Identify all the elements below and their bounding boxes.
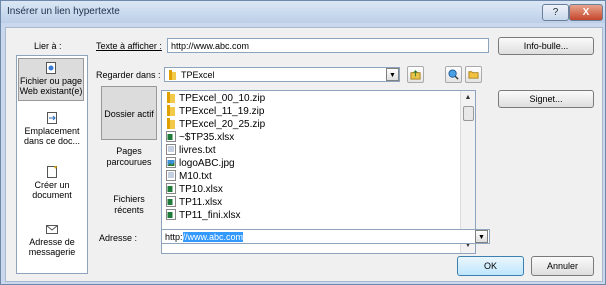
link-to-item-label: Adresse de messagerie [28,237,76,257]
text-to-display-input[interactable]: http://www.abc.com [167,38,489,53]
link-to-item-label: Créer un document [32,180,72,200]
link-to-label: Lier à : [34,41,62,51]
open-folder-icon [468,71,479,79]
web-page-icon [46,62,56,74]
info-bubble-button[interactable]: Info-bulle... [498,37,594,55]
close-button[interactable]: X [569,4,603,21]
chevron-down-icon: ▼ [389,72,396,79]
zip-folder-icon [167,92,175,103]
file-name: TP10.xlsx [179,184,223,195]
dialog-title: Insérer un lien hypertexte [7,6,120,17]
file-name: M10.txt [179,171,212,182]
text-file-icon [166,170,176,181]
file-name: livres.txt [179,145,216,156]
excel-file-icon [166,131,176,142]
document-location-icon [47,112,57,124]
excel-file-icon [166,183,176,194]
list-item[interactable]: TP11_fini.xlsx [166,209,241,222]
hyperlink-dialog: Insérer un lien hypertexte ? X Lier à : … [0,0,606,285]
file-name: TPExcel_11_19.zip [179,106,265,117]
list-item[interactable]: TP11.xlsx [166,196,222,209]
file-name: TPExcel_20_25.zip [179,119,266,130]
bookmark-button[interactable]: Signet... [498,90,594,108]
file-name: TP11_fini.xlsx [179,210,241,221]
look-in-value: TPExcel [181,70,215,80]
dialog-body: Lier à : Fichier ou page Web existant(e)… [5,27,603,282]
address-selected-text: //www.abc.com [182,232,244,242]
address-dropdown-button[interactable]: ▼ [475,230,488,243]
excel-file-icon [166,209,176,220]
list-item[interactable]: TPExcel_20_25.zip [166,118,265,131]
email-icon [46,225,58,234]
browse-nav: Dossier actif Pages parcourues Fichiers … [101,86,157,249]
list-item[interactable]: ~$TP35.xlsx [166,131,234,144]
address-input[interactable]: http://www.abc.com [161,229,490,244]
text-file-icon [166,144,176,155]
zip-folder-icon [167,118,175,129]
nav-browsed-pages[interactable]: Pages parcourues [104,146,154,168]
look-in-dropdown-button[interactable]: ▼ [386,68,399,81]
address-prefix: http: [165,232,183,242]
new-document-icon [47,166,57,178]
file-name: logoABC.jpg [179,158,235,169]
scroll-thumb[interactable] [463,106,474,121]
list-item[interactable]: logoABC.jpg [166,157,235,170]
link-to-existing-file[interactable]: Fichier ou page Web existant(e) [18,58,84,101]
up-folder-icon [410,70,421,80]
list-item[interactable]: TP10.xlsx [166,183,223,196]
up-folder-button[interactable] [407,66,424,83]
list-item[interactable]: TPExcel_00_10.zip [166,92,265,105]
cancel-button[interactable]: Annuler [531,256,594,276]
ok-button[interactable]: OK [457,256,524,276]
address-label: Adresse : [99,233,138,243]
list-item[interactable]: TPExcel_11_19.zip [166,105,264,118]
link-to-panel: Fichier ou page Web existant(e) Emplacem… [16,55,88,274]
link-to-place-in-document[interactable]: Emplacement dans ce doc... [17,112,87,146]
scroll-up-icon[interactable]: ▲ [461,91,475,105]
title-bar[interactable]: Insérer un lien hypertexte ? X [1,1,605,23]
zip-folder-icon [167,105,175,116]
text-to-display-label: Texte à afficher : [96,41,162,51]
help-button[interactable]: ? [542,4,569,21]
link-to-email[interactable]: Adresse de messagerie [17,223,87,257]
list-item[interactable]: livres.txt [166,144,216,157]
look-in-select[interactable]: TPExcel [164,67,400,82]
browse-web-button[interactable] [445,66,462,83]
globe-search-icon [448,69,459,80]
file-name: ~$TP35.xlsx [179,132,235,143]
image-file-icon [166,157,176,168]
browse-file-button[interactable] [465,66,482,83]
nav-current-folder[interactable]: Dossier actif [101,86,157,140]
look-in-label: Regarder dans : [96,70,161,80]
nav-recent-files[interactable]: Fichiers récents [107,194,151,216]
excel-file-icon [166,196,176,207]
file-name: TP11.xlsx [179,197,223,208]
folder-icon [169,70,176,80]
file-name: TPExcel_00_10.zip [179,93,266,104]
link-to-item-label: Emplacement dans ce doc... [23,126,81,146]
link-to-item-label: Fichier ou page Web existant(e) [19,76,83,96]
chevron-down-icon: ▼ [478,234,485,241]
list-item[interactable]: M10.txt [166,170,212,183]
link-to-new-document[interactable]: Créer un document [17,166,87,200]
